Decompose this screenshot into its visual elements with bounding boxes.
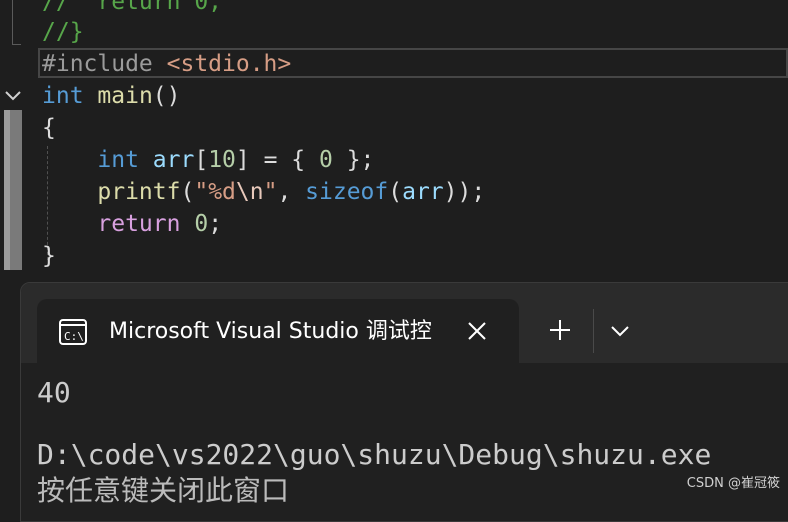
code-line[interactable]: //} (42, 16, 84, 48)
code-token: //} (42, 19, 84, 45)
code-token: ; (208, 211, 223, 237)
code-token: "%d (194, 179, 236, 205)
code-token: () (152, 83, 181, 109)
code-token: // return 0; (42, 0, 223, 15)
code-token: , (277, 179, 306, 205)
code-token: arr (402, 179, 444, 205)
code-token: } (42, 243, 56, 269)
svg-text:C:\: C:\ (64, 330, 84, 343)
collapsed-region-bracket (12, 0, 21, 45)
code-token: #include (42, 51, 167, 77)
code-line[interactable]: int arr[10] = { 0 }; (42, 144, 374, 176)
plus-icon[interactable] (547, 317, 573, 343)
code-line[interactable]: { (42, 112, 56, 144)
code-line[interactable]: #include <stdio.h> (42, 48, 291, 80)
code-token: <stdio.h> (166, 51, 292, 77)
code-token: sizeof (305, 179, 389, 205)
output-line: 40 (37, 376, 71, 409)
code-token: 10 (208, 147, 236, 173)
chevron-down-icon[interactable] (4, 86, 22, 104)
code-editor[interactable]: // return 0;//} #include <stdio.h> int mai… (0, 0, 788, 272)
output-line-empty (37, 411, 788, 437)
code-token: 0 (194, 211, 209, 237)
output-line: D:\code\vs2022\guo\shuzu\Debug\shuzu.exe (37, 438, 712, 471)
change-tracking-bar-highlight (4, 110, 10, 270)
terminal-output[interactable]: 40 D:\code\vs2022\guo\shuzu\Debug\shuzu.… (37, 375, 788, 509)
code-token: return (97, 211, 181, 237)
tab-title: Microsoft Visual Studio 调试控 (109, 319, 432, 344)
terminal-tab[interactable]: C:\ Microsoft Visual Studio 调试控 (37, 299, 519, 363)
code-token: int (42, 83, 84, 109)
close-icon[interactable] (465, 319, 489, 343)
chevron-down-icon[interactable] (609, 321, 631, 341)
code-token: arr (152, 147, 195, 173)
code-line[interactable]: } (42, 240, 56, 272)
code-token: )); (443, 179, 486, 205)
code-token: [ (194, 147, 209, 173)
console-icon: C:\ (59, 319, 87, 345)
code-line[interactable]: return 0; (42, 208, 222, 240)
terminal-tab-strip: C:\ Microsoft Visual Studio 调试控 (21, 283, 788, 363)
code-token: main (97, 83, 153, 109)
code-token: int (97, 147, 139, 173)
code-line[interactable]: printf("%d\n", sizeof(arr)); (42, 176, 485, 208)
code-token: \n (235, 179, 264, 205)
code-token: { (42, 115, 56, 141)
code-line[interactable]: int main() (42, 80, 181, 112)
output-line: 按任意键关闭此窗口 (37, 474, 290, 507)
terminal-window[interactable]: C:\ Microsoft Visual Studio 调试控 40 D:\co… (20, 282, 788, 522)
code-token: 0 (319, 147, 333, 173)
watermark: CSDN @崔冠筱 (686, 476, 780, 491)
code-token: ] = { (235, 147, 319, 173)
code-token: " (263, 179, 278, 205)
code-token: ( (388, 179, 403, 205)
tab-separator (593, 309, 594, 353)
code-token: ( (180, 179, 195, 205)
code-token: }; (332, 147, 375, 173)
code-token: printf (97, 179, 181, 205)
